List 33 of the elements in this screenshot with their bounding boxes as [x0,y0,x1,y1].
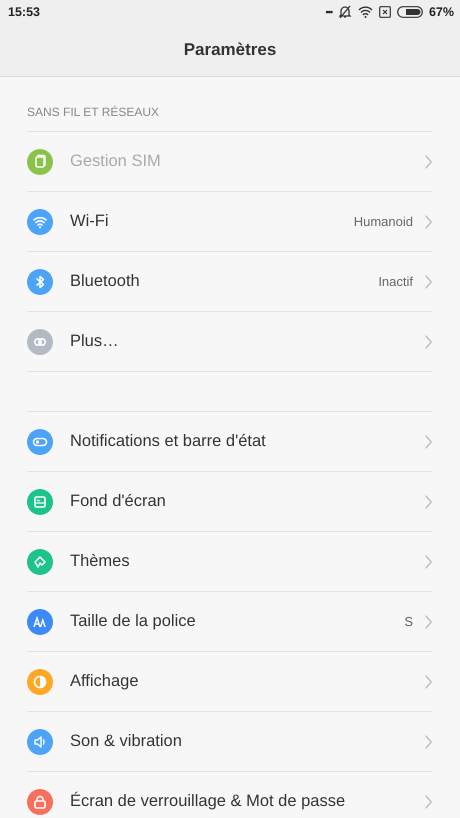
chevron-right-icon [425,554,432,568]
setting-label[interactable]: Affichage [70,672,425,691]
battery-percent: 67% [428,5,454,19]
clock: 15:53 [8,5,40,19]
setting-label[interactable]: Taille de la police [70,612,404,631]
battery-icon [396,6,423,18]
setting-value: Inactif [378,274,413,289]
chevron-right-icon [425,214,432,228]
setting-label[interactable]: Plus… [70,332,425,351]
chevron-right-icon [425,734,432,748]
chevron-right-icon [425,674,432,688]
chevron-right-icon [425,434,432,448]
wifi-icon [358,6,373,18]
no-sim-icon [378,6,391,18]
setting-label[interactable]: Notifications et barre d'état [70,432,425,451]
page-title: Paramètres [184,40,276,60]
chevron-right-icon [425,154,432,168]
setting-label[interactable]: Écran de verrouillage & Mot de passe [70,792,425,811]
setting-value: S [404,614,413,629]
more-notifications-icon: ••• [326,7,332,17]
setting-label[interactable]: Fond d'écran [70,492,425,511]
chevron-right-icon [425,614,432,628]
setting-label[interactable]: Thèmes [70,552,425,571]
setting-value: Humanoid [354,214,413,229]
setting-label[interactable]: Wi-Fi [70,212,354,231]
setting-label[interactable]: Son & vibration [70,732,425,751]
muted-bell-icon [338,5,352,19]
chevron-right-icon [425,274,432,288]
setting-label[interactable]: Bluetooth [70,272,378,291]
chevron-right-icon [425,794,432,808]
section-header: SANS FIL ET RÉSEAUX [27,105,160,121]
chevron-right-icon [425,494,432,508]
chevron-right-icon [425,334,432,348]
